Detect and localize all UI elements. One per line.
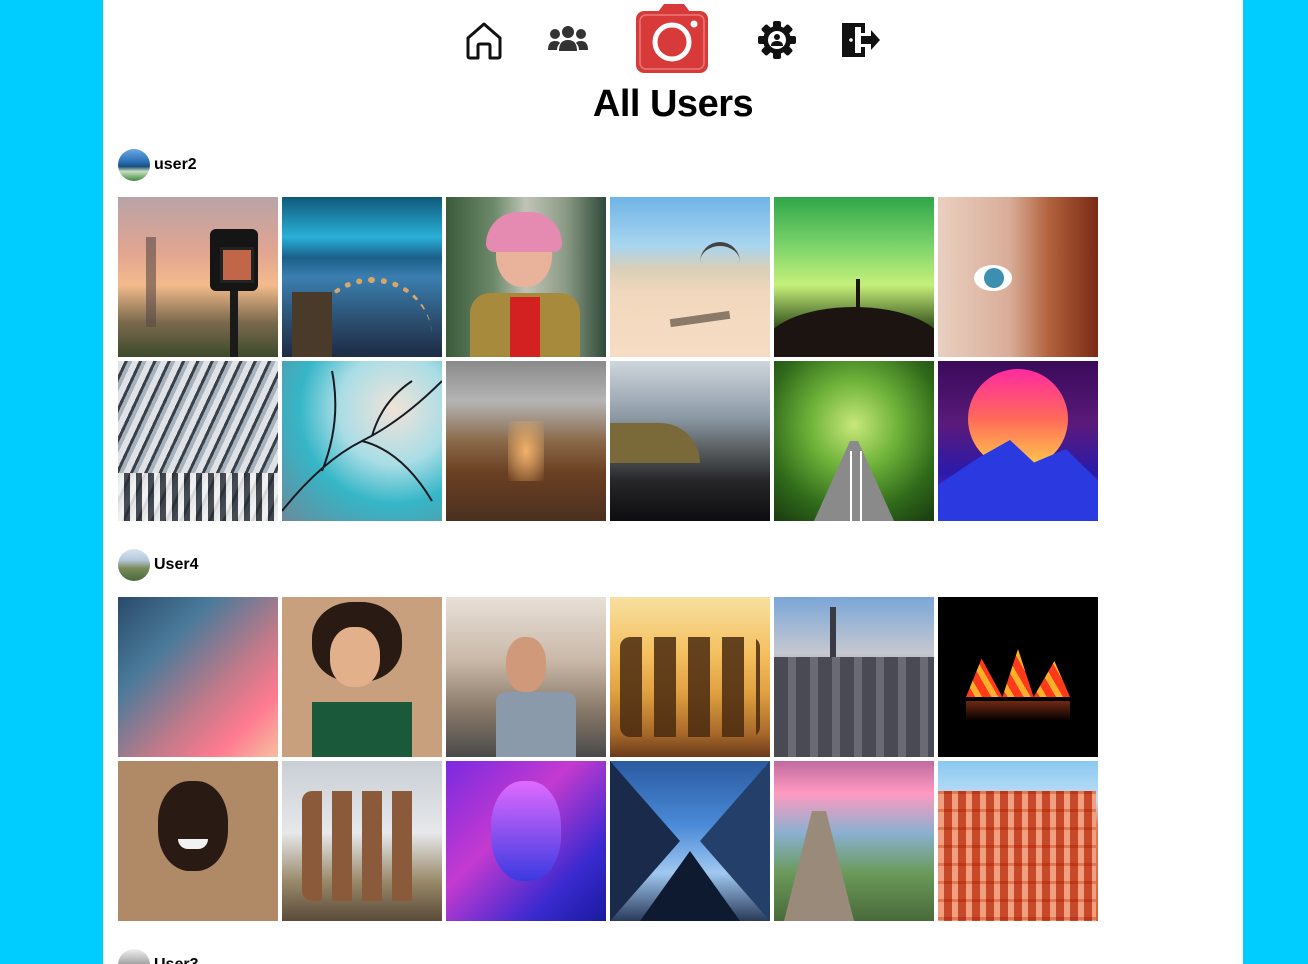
username-link[interactable]: user2 — [154, 156, 197, 174]
hill-silhouette-image — [774, 307, 934, 357]
user-section: user2 — [118, 149, 1098, 521]
photo-thumbnail[interactable] — [446, 597, 606, 757]
wooden-post-image — [292, 292, 332, 357]
tree-branches-image — [282, 370, 442, 512]
city-blocks-image — [774, 657, 934, 757]
user-avatar[interactable] — [118, 949, 150, 964]
user-avatar[interactable] — [118, 149, 150, 181]
camera-lens-image — [220, 247, 254, 283]
user-avatar[interactable] — [118, 549, 150, 581]
page-title: All Users — [592, 83, 754, 125]
red-shirt-image — [510, 297, 540, 357]
username-link[interactable]: User4 — [154, 556, 198, 574]
username-link[interactable]: User3 — [154, 956, 198, 964]
crosswalk-stripes-image — [118, 473, 278, 521]
pink-hair-image — [486, 212, 562, 252]
photo-thumbnail[interactable] — [118, 597, 278, 757]
home-icon — [466, 22, 502, 60]
photo-thumbnail[interactable] — [282, 761, 442, 921]
opera-house-image — [966, 649, 1070, 697]
nav-settings-button[interactable] — [754, 17, 800, 63]
photo-thumbnail[interactable] — [774, 597, 934, 757]
woman-profile-image — [506, 637, 546, 692]
green-top-image — [312, 702, 412, 757]
water-reflection-image — [966, 701, 1070, 721]
denim-jacket-image — [496, 692, 576, 757]
photo-thumbnail[interactable] — [938, 597, 1098, 757]
tripod-image — [230, 291, 238, 357]
user-section: User4 — [118, 549, 1098, 921]
user-header[interactable]: user2 — [118, 149, 197, 181]
road-lines-image — [850, 451, 862, 521]
photo-thumbnail[interactable] — [938, 761, 1098, 921]
forest-light-image — [508, 421, 544, 481]
photo-thumbnail[interactable] — [118, 361, 278, 521]
photo-thumbnail[interactable] — [774, 197, 934, 357]
great-wall-image — [784, 811, 854, 921]
photo-grid — [118, 597, 1098, 921]
nav-users-button[interactable] — [545, 17, 591, 63]
user-header[interactable]: User3 — [118, 949, 198, 964]
nav-camera-logo[interactable] — [634, 2, 710, 76]
tower-silhouette-image — [146, 237, 156, 327]
photo-thumbnail[interactable] — [938, 361, 1098, 521]
user-header[interactable]: User4 — [118, 549, 198, 581]
dinosaur-silhouette-image — [700, 242, 740, 266]
photo-thumbnail[interactable] — [446, 761, 606, 921]
photo-thumbnail[interactable] — [446, 361, 606, 521]
nav-home-button[interactable] — [461, 17, 507, 63]
logout-icon — [842, 23, 880, 57]
page-container: All Users user2 User4 — [103, 0, 1243, 964]
photo-grid — [118, 197, 1098, 521]
users-icon — [548, 26, 588, 51]
photo-thumbnail[interactable] — [610, 197, 770, 357]
photo-thumbnail[interactable] — [118, 761, 278, 921]
settings-icon — [758, 21, 796, 59]
person-silhouette-image — [856, 279, 860, 309]
hawa-mahal-windows-image — [938, 791, 1096, 921]
photo-thumbnail[interactable] — [610, 761, 770, 921]
camera-logo-icon — [636, 4, 708, 73]
photo-thumbnail[interactable] — [774, 761, 934, 921]
top-nav — [103, 0, 1243, 80]
driftwood-image — [669, 310, 731, 328]
jumping-people-image — [620, 637, 760, 737]
photo-thumbnail[interactable] — [282, 361, 442, 521]
cliff-image — [610, 423, 700, 463]
user-section: User3 — [118, 949, 198, 964]
photo-thumbnail[interactable] — [282, 597, 442, 757]
neon-face-image — [491, 781, 561, 881]
friends-group-image — [302, 791, 422, 901]
photo-thumbnail[interactable] — [118, 197, 278, 357]
nav-logout-button[interactable] — [837, 17, 883, 63]
smiling-woman-face-image — [158, 781, 228, 871]
photo-thumbnail[interactable] — [774, 361, 934, 521]
photo-thumbnail[interactable] — [938, 197, 1098, 357]
photo-thumbnail[interactable] — [282, 197, 442, 357]
skyscrapers-perspective-image — [610, 761, 770, 921]
photo-thumbnail[interactable] — [610, 597, 770, 757]
iris-image — [984, 268, 1004, 288]
photo-thumbnail[interactable] — [610, 361, 770, 521]
photo-thumbnail[interactable] — [446, 197, 606, 357]
woman-face-image — [330, 627, 380, 687]
